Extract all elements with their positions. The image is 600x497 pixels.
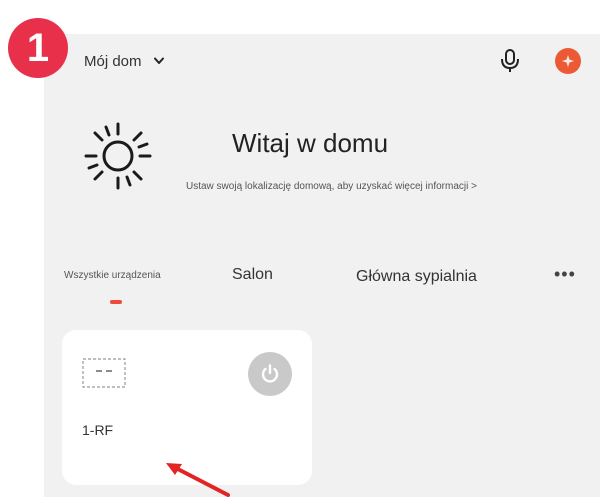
device-name: 1-RF <box>82 422 114 438</box>
home-name: Mój dom <box>84 52 142 70</box>
step-number-badge: 1 <box>8 18 68 78</box>
more-tabs-button[interactable]: ••• <box>554 264 576 285</box>
power-icon <box>261 364 279 383</box>
chevron-down-icon <box>153 57 164 64</box>
tab-main-bedroom[interactable]: Główna sypialnia <box>356 268 477 286</box>
avatar[interactable] <box>555 48 581 74</box>
room-tabs: Wszystkie urządzenia Salon Główna sypial… <box>44 262 600 304</box>
power-button[interactable] <box>248 352 292 396</box>
welcome-heading: Witaj w domu <box>232 128 389 158</box>
microphone-icon[interactable] <box>498 48 522 74</box>
device-icon <box>82 358 126 388</box>
pointer-arrow-icon <box>166 463 230 497</box>
tab-all-devices[interactable]: Wszystkie urządzenia <box>64 270 161 304</box>
tab-all-devices-label: Wszystkie urządzenia <box>64 270 161 281</box>
active-tab-indicator <box>110 300 122 304</box>
avatar-icon <box>562 55 574 67</box>
home-selector[interactable]: Mój dom <box>84 50 164 72</box>
set-location-link[interactable]: Ustaw swoją lokalizację domową, aby uzys… <box>186 181 477 192</box>
tab-salon[interactable]: Salon <box>232 266 273 284</box>
sun-icon <box>84 122 152 190</box>
